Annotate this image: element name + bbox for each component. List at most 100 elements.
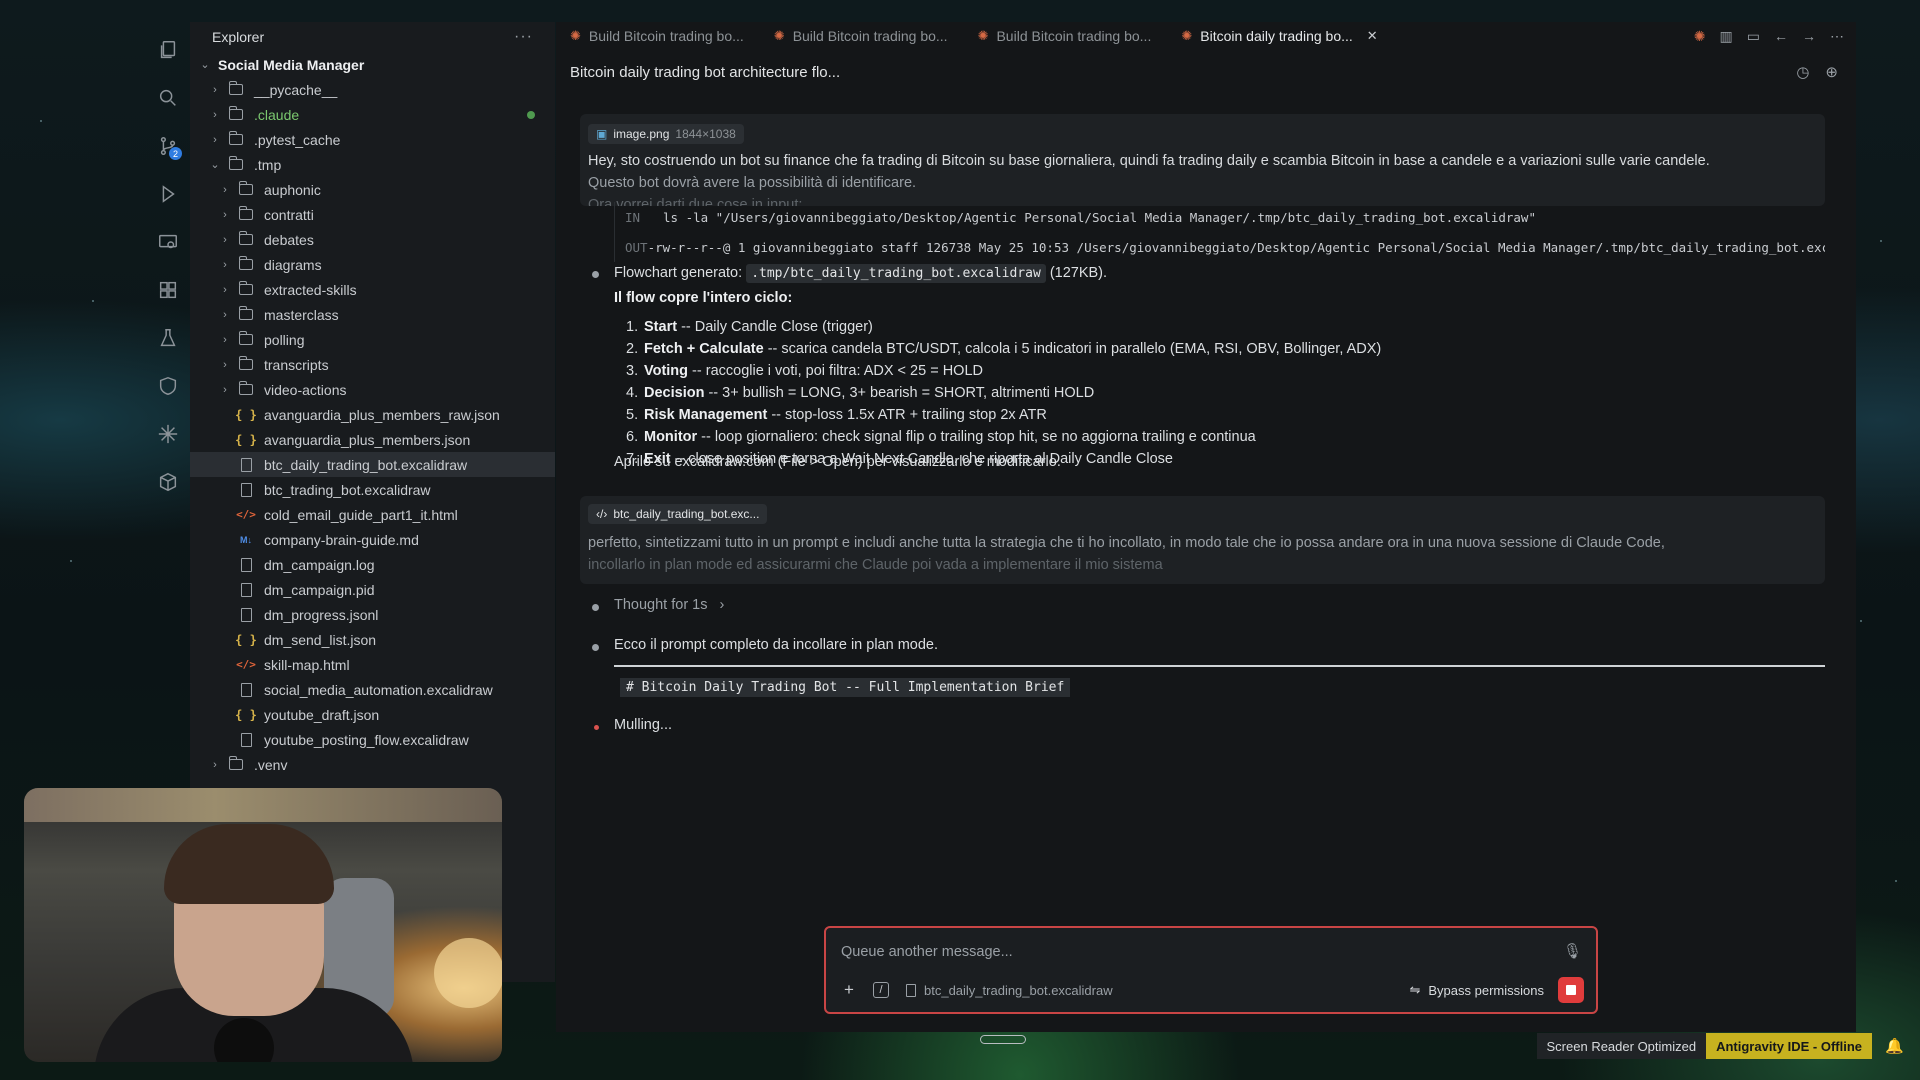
close-icon[interactable]: ✕ — [1367, 28, 1378, 44]
tree-folder[interactable]: › .venv — [190, 752, 555, 777]
file-path-link[interactable]: .tmp/btc_daily_trading_bot.excalidraw — [746, 264, 1046, 283]
tree-folder[interactable]: › .claude — [190, 102, 555, 127]
more-icon[interactable]: ⋯ — [1830, 28, 1844, 45]
chevron-right-icon: › — [213, 83, 217, 96]
tree-folder[interactable]: › transcripts — [190, 352, 555, 377]
message-input-box[interactable]: Queue another message... 🎙 + / btc_daily… — [824, 926, 1598, 1014]
panel-resize-handle[interactable] — [980, 1035, 1026, 1044]
tab-active[interactable]: ✺ Bitcoin daily trading bo... ✕ — [1167, 22, 1393, 50]
add-context-button[interactable]: + — [838, 979, 860, 1001]
testing-flask-icon[interactable] — [148, 314, 188, 362]
steps-list: 1. Start -- Daily Candle Close (trigger) 2… — [626, 316, 1381, 470]
stop-button[interactable] — [1558, 977, 1584, 1003]
tree-folder[interactable]: › polling — [190, 327, 555, 352]
tree-folder[interactable]: › debates — [190, 227, 555, 252]
tree-file[interactable]: { } dm_send_list.json — [190, 627, 555, 652]
star — [70, 560, 72, 562]
tree-folder[interactable]: › .pytest_cache — [190, 127, 555, 152]
history-icon[interactable]: ◷ — [1796, 63, 1809, 81]
summary-line: Flowchart generato: .tmp/btc_daily_tradi… — [614, 264, 1107, 283]
back-arrow-icon[interactable]: ← — [1774, 28, 1788, 44]
tree-folder[interactable]: › __pycache__ — [190, 77, 555, 102]
slash-icon: / — [873, 982, 889, 998]
tree-item-label: contratti — [264, 206, 314, 223]
project-root[interactable]: ⌄ Social Media Manager — [190, 52, 555, 77]
tree-folder[interactable]: › auphonic — [190, 177, 555, 202]
file-icon — [238, 582, 254, 597]
tree-file[interactable]: dm_campaign.pid — [190, 577, 555, 602]
split-editor-icon[interactable]: ▥ — [1720, 28, 1733, 45]
step-title: Decision — [644, 385, 705, 401]
tab[interactable]: ✺ Build Bitcoin trading bo... — [964, 22, 1168, 50]
shield-icon[interactable] — [148, 362, 188, 410]
folder-icon — [238, 181, 254, 197]
tree-file[interactable]: { } avanguardia_plus_members.json — [190, 427, 555, 452]
file-attachment-chip[interactable]: ‹/› btc_daily_trading_bot.exc... — [588, 504, 768, 524]
chevron-right-icon: › — [223, 183, 227, 196]
claude-spark-icon[interactable] — [148, 410, 188, 458]
thought-label: Thought for 1s — [614, 597, 708, 613]
extensions-icon[interactable] — [148, 266, 188, 314]
more-actions-icon[interactable]: ··· — [514, 28, 533, 46]
attachment-name: btc_daily_trading_bot.exc... — [613, 507, 760, 521]
terminal-in: IN ls -la "/Users/giovannibeggiato/Deskto… — [614, 202, 1825, 232]
tree-folder[interactable]: › extracted-skills — [190, 277, 555, 302]
tree-item-label: btc_trading_bot.excalidraw — [264, 481, 431, 498]
step-text: -- 3+ bullish = LONG, 3+ bearish = SHORT… — [704, 385, 1095, 401]
user-message[interactable]: ▣ image.png 1844×1038 Hey, sto costruend… — [580, 114, 1825, 206]
tree-file[interactable]: youtube_posting_flow.excalidraw — [190, 727, 555, 752]
terminal-out: OUT -rw-r--r--@ 1 giovannibeggiato staff … — [614, 232, 1825, 262]
folder-icon — [238, 356, 254, 372]
chevron-right-icon: › — [719, 597, 725, 613]
run-debug-icon[interactable] — [148, 170, 188, 218]
tree-folder[interactable]: ⌄ .tmp — [190, 152, 555, 177]
tree-file[interactable]: dm_campaign.log — [190, 552, 555, 577]
context-file-chip[interactable]: btc_daily_trading_bot.excalidraw — [906, 983, 1113, 998]
tree-file[interactable]: btc_daily_trading_bot.excalidraw — [190, 452, 555, 477]
tab[interactable]: ✺ Build Bitcoin trading bo... — [556, 22, 760, 50]
json-file-icon: { } — [235, 632, 257, 647]
tree-folder[interactable]: › diagrams — [190, 252, 555, 277]
package-icon[interactable] — [148, 458, 188, 506]
tree-folder[interactable]: › contratti — [190, 202, 555, 227]
chevron-right-icon: › — [213, 108, 217, 121]
thought-toggle[interactable]: Thought for 1s › — [614, 597, 724, 613]
tree-item-label: masterclass — [264, 306, 339, 323]
image-icon: ▣ — [596, 127, 608, 141]
step-number: 3. — [626, 363, 639, 379]
step-item: 2. Fetch + Calculate -- scarica candela B… — [626, 338, 1381, 360]
forward-arrow-icon[interactable]: → — [1802, 28, 1816, 44]
message-input[interactable]: Queue another message... — [841, 944, 1013, 960]
tab[interactable]: ✺ Build Bitcoin trading bo... — [760, 22, 964, 50]
tree-file[interactable]: </> cold_email_guide_part1_it.html — [190, 502, 555, 527]
webcam-person-hair — [164, 824, 334, 904]
tree-file[interactable]: dm_progress.jsonl — [190, 602, 555, 627]
bypass-permissions-toggle[interactable]: ⇋ Bypass permissions — [1409, 982, 1544, 998]
tree-folder[interactable]: › masterclass — [190, 302, 555, 327]
image-attachment-chip[interactable]: ▣ image.png 1844×1038 — [588, 124, 744, 144]
message-line: Questo bot dovrà avere la possibilità di… — [588, 175, 917, 191]
new-chat-icon[interactable]: ⊕ — [1825, 63, 1838, 81]
tab-label: Build Bitcoin trading bo... — [588, 28, 744, 44]
tree-file[interactable]: btc_trading_bot.excalidraw — [190, 477, 555, 502]
search-icon[interactable] — [148, 74, 188, 122]
project-name: Social Media Manager — [218, 56, 365, 73]
tree-file[interactable]: social_media_automation.excalidraw — [190, 677, 555, 702]
tree-file[interactable]: { } youtube_draft.json — [190, 702, 555, 727]
explorer-icon[interactable] — [148, 26, 188, 74]
source-control-icon[interactable]: 2 — [148, 122, 188, 170]
notifications-bell-icon[interactable]: 🔔 — [1885, 1037, 1904, 1055]
claude-spark-icon[interactable]: ✺ — [1694, 28, 1706, 45]
tree-file[interactable]: </> skill-map.html — [190, 652, 555, 677]
microphone-icon[interactable]: 🎙 — [1563, 942, 1582, 960]
remote-explorer-icon[interactable] — [148, 218, 188, 266]
slash-command-button[interactable]: / — [870, 979, 892, 1001]
tree-folder[interactable]: › video-actions — [190, 377, 555, 402]
layout-icon[interactable]: ▭ — [1747, 28, 1760, 45]
ide-status[interactable]: Antigravity IDE - Offline — [1706, 1033, 1872, 1059]
tree-file[interactable]: M↓ company-brain-guide.md — [190, 527, 555, 552]
agent-panel: ✺ Build Bitcoin trading bo... ✺ Build Bitco… — [556, 22, 1856, 1032]
user-message[interactable]: ‹/› btc_daily_trading_bot.exc... perfett… — [580, 496, 1825, 584]
screen-reader-status[interactable]: Screen Reader Optimized — [1536, 1033, 1707, 1059]
tree-file[interactable]: { } avanguardia_plus_members_raw.json — [190, 402, 555, 427]
